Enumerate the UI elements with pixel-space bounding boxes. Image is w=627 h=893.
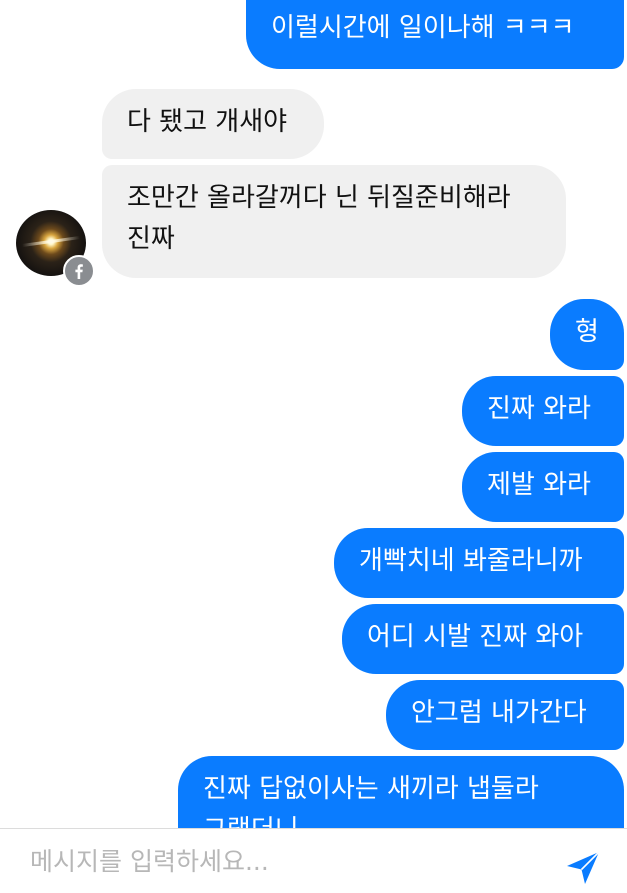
message-incoming[interactable]: 조만간 올라갈꺼다 닌 뒤질준비해라 진짜: [102, 165, 566, 278]
message-composer: [0, 828, 627, 893]
message-outgoing[interactable]: 진짜 답없이사는 새끼라 냅둘라 그랬더니: [178, 756, 624, 828]
message-outgoing[interactable]: 안그럼 내가간다: [386, 680, 624, 750]
message-outgoing[interactable]: 이럴시간에 일이나해 ㅋㅋㅋ: [246, 0, 624, 69]
message-incoming[interactable]: 다 됐고 개새야: [102, 89, 324, 159]
message-outgoing[interactable]: 진짜 와라: [462, 376, 624, 446]
message-thread: 이럴시간에 일이나해 ㅋㅋㅋ 다 됐고 개새야 조만간 올라갈꺼다 닌 뒤질준비…: [0, 0, 627, 828]
message-outgoing[interactable]: 개빡치네 봐줄라니까: [334, 528, 624, 598]
message-input[interactable]: [14, 839, 566, 883]
message-outgoing[interactable]: 형: [550, 299, 624, 370]
message-outgoing[interactable]: 어디 시발 진짜 와아: [342, 604, 624, 674]
message-outgoing[interactable]: 제발 와라: [462, 452, 624, 522]
send-arrow-icon[interactable]: [562, 847, 604, 889]
facebook-icon: [63, 255, 95, 287]
